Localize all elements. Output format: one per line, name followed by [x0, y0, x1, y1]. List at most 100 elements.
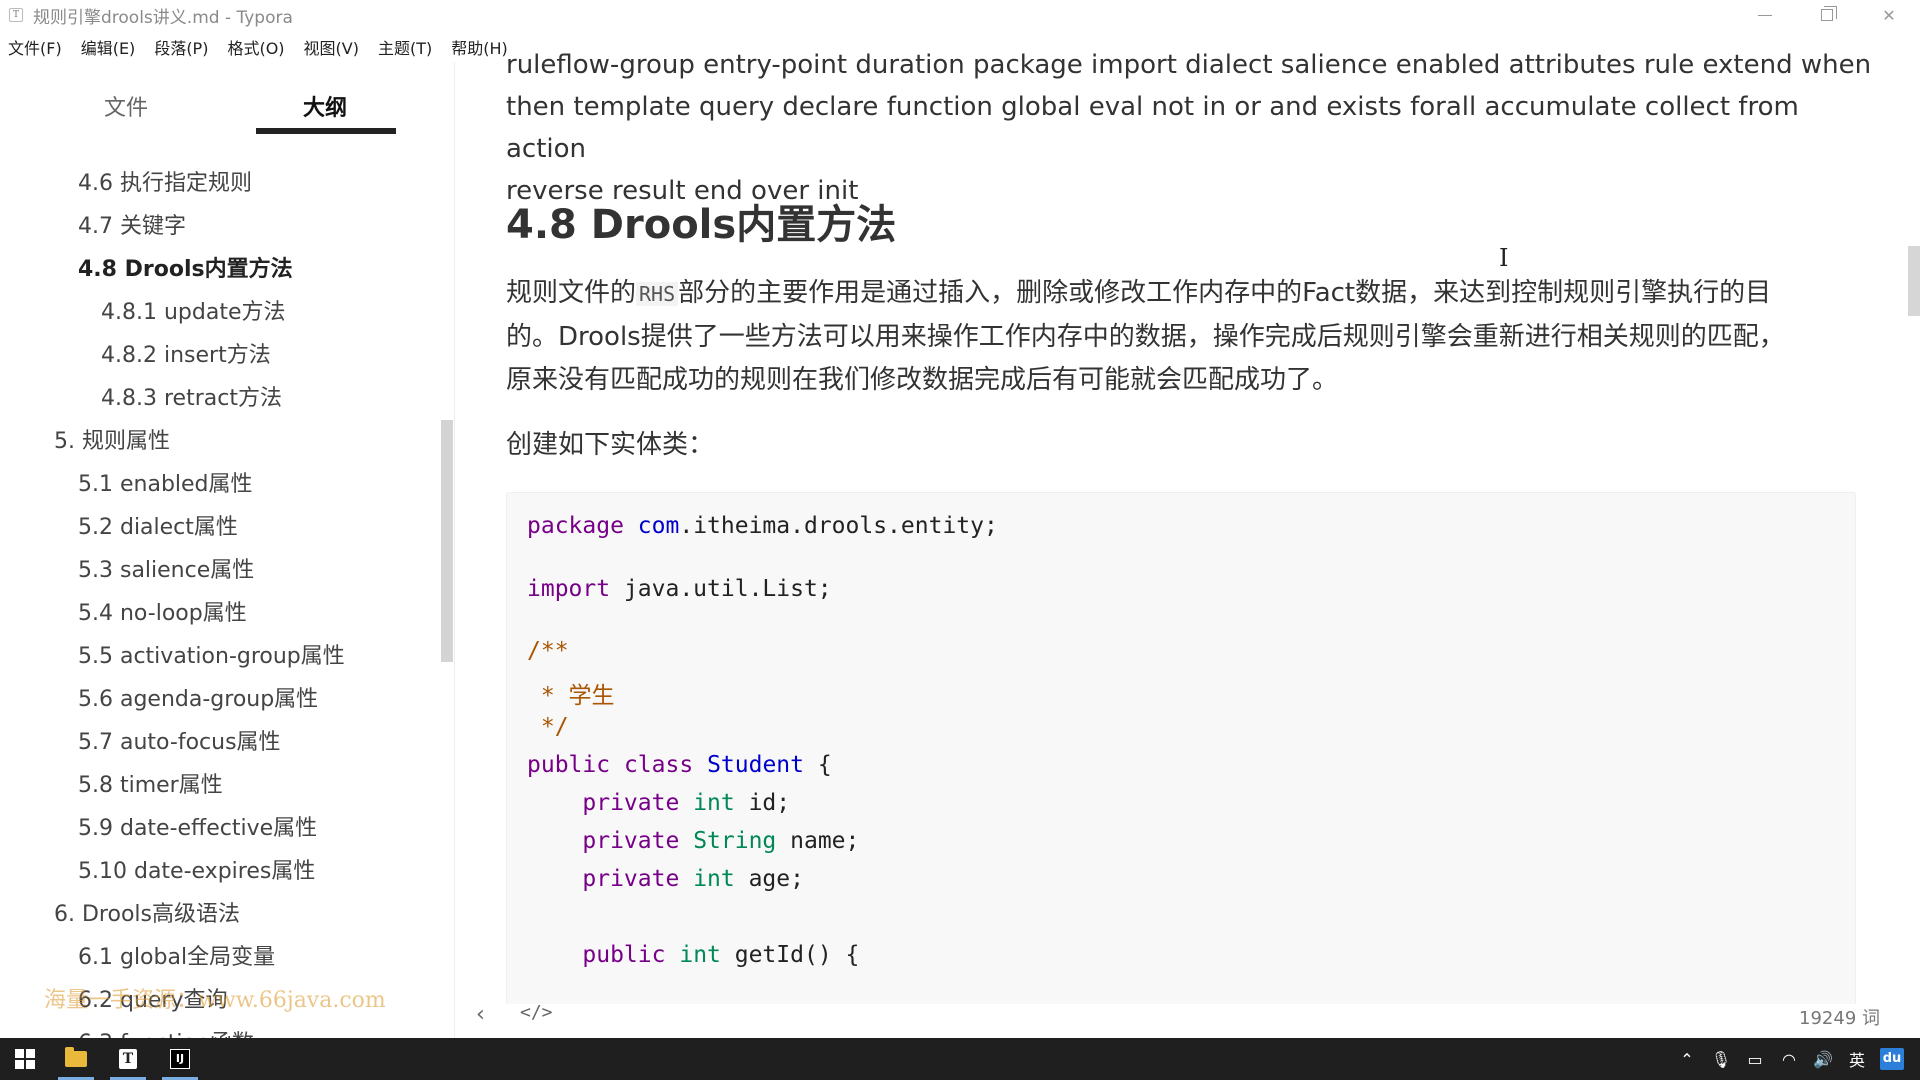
editor-scrollbar[interactable]	[1908, 246, 1920, 316]
code-token: java.util.List;	[610, 576, 832, 602]
code-keyword: public	[582, 942, 666, 968]
code-line: private int id;	[527, 790, 790, 816]
code-block[interactable]: package com.itheima.drools.entity; impor…	[506, 492, 1856, 1004]
body-line-1: 规则文件的 RHS 部分的主要作用是通过插入，删除或修改工作内存中的Fact数据，来…	[506, 272, 1886, 316]
volume-icon[interactable]: 🔊	[1806, 1050, 1840, 1069]
ime-indicator[interactable]: 英	[1840, 1047, 1874, 1071]
editor-area[interactable]: ruleflow-group entry-point duration pack…	[456, 52, 1904, 1004]
code-type: int	[693, 790, 735, 816]
code-keyword: class	[623, 752, 694, 778]
code-token: age;	[734, 866, 804, 892]
code-token: com	[637, 513, 680, 539]
body-line-3: 原来没有匹配成功的规则在我们修改数据完成后有可能就会匹配成功了。	[506, 365, 1339, 395]
outline-item[interactable]: 5.3 salience属性	[78, 552, 254, 584]
outline-item[interactable]: 5.4 no-loop属性	[78, 595, 247, 627]
outline-item[interactable]: 5.2 dialect属性	[78, 509, 238, 541]
section-heading: 4.8 Drools内置方法	[506, 202, 897, 248]
chevron-up-icon[interactable]: ⌃	[1670, 1050, 1704, 1069]
close-button[interactable]: ✕	[1858, 0, 1920, 30]
keywords-line-1: ruleflow-group entry-point duration pack…	[506, 52, 1872, 80]
menu-view[interactable]: 视图(V)	[304, 35, 359, 59]
close-icon: ✕	[1882, 5, 1896, 25]
minimize-icon	[1758, 14, 1772, 16]
menu-theme[interactable]: 主题(T)	[378, 35, 432, 59]
code-comment: /**	[527, 638, 569, 664]
outline-item[interactable]: 5.6 agenda-group属性	[78, 681, 318, 713]
outline-item[interactable]: 4.6 执行指定规则	[78, 165, 252, 197]
menu-file[interactable]: 文件(F)	[8, 35, 62, 59]
typora-app-icon: T	[9, 8, 23, 22]
tab-outline[interactable]: 大纲	[303, 90, 347, 122]
code-token: .itheima.drools.entity;	[679, 513, 998, 539]
code-line: package com.itheima.drools.entity;	[527, 513, 998, 539]
toggle-sidebar-icon[interactable]: ‹	[476, 1002, 485, 1027]
outline-item[interactable]: 4.7 关键字	[78, 208, 186, 240]
sidebar: 文件 大纲 4.6 执行指定规则 4.7 关键字 4.8 Drools内置方法 …	[0, 62, 454, 1038]
menu-paragraph[interactable]: 段落(P)	[154, 35, 208, 59]
menu-edit[interactable]: 编辑(E)	[81, 35, 136, 59]
taskbar-intellij[interactable]: IJ	[154, 1038, 206, 1080]
sidebar-tabs: 文件 大纲	[0, 62, 454, 138]
code-keyword: import	[527, 576, 611, 602]
body-paragraph: 规则文件的 RHS 部分的主要作用是通过插入，删除或修改工作内存中的Fact数据，来…	[506, 272, 1886, 402]
title-bar: T 规则引擎drools讲义.md - Typora ✕	[0, 0, 1920, 30]
start-button[interactable]	[0, 1038, 50, 1080]
body-text: 部分的主要作用是通过插入，删除或修改工作内存中的Fact数据，来达到控制规则引擎…	[678, 278, 1772, 308]
outline-item-active[interactable]: 4.8 Drools内置方法	[78, 251, 293, 283]
menu-bar: 文件(F) 编辑(E) 段落(P) 格式(O) 视图(V) 主题(T) 帮助(H…	[0, 33, 527, 61]
source-code-mode-icon[interactable]: </>	[520, 1002, 553, 1023]
code-class-name: Student	[707, 752, 804, 778]
intellij-icon: IJ	[170, 1049, 190, 1069]
code-line: public class Student {	[527, 752, 832, 778]
outline-item[interactable]: 6.3 function函数	[78, 1025, 254, 1038]
outline-item[interactable]: 5.7 auto-focus属性	[78, 724, 281, 756]
baidu-input-icon[interactable]: du	[1880, 1048, 1904, 1070]
outline-item[interactable]: 6. Drools高级语法	[54, 896, 240, 928]
outline-item[interactable]: 5.10 date-expires属性	[78, 853, 315, 885]
sidebar-divider	[454, 62, 455, 1038]
active-tab-indicator	[256, 128, 396, 134]
sidebar-scrollbar[interactable]	[441, 420, 453, 662]
code-line: import java.util.List;	[527, 576, 832, 602]
taskbar-file-explorer[interactable]	[50, 1038, 102, 1080]
minimize-button[interactable]	[1734, 0, 1796, 30]
code-comment: * 学生	[527, 683, 615, 709]
keywords-line-2: then template query declare function glo…	[506, 92, 1799, 164]
tab-files[interactable]: 文件	[104, 90, 148, 122]
outline-item[interactable]: 6.1 global全局变量	[78, 939, 275, 971]
restore-button[interactable]	[1796, 0, 1858, 30]
code-token: id;	[734, 790, 791, 816]
microphone-icon[interactable]: 🎙	[1704, 1050, 1738, 1069]
outline-item[interactable]: 5.9 date-effective属性	[78, 810, 317, 842]
outline-item[interactable]: 4.8.2 insert方法	[101, 337, 271, 369]
code-token: name;	[776, 828, 860, 854]
system-tray: ⌃ 🎙 ▭ ◠ 🔊 英 du	[1670, 1038, 1920, 1080]
code-line: public int getId() {	[527, 942, 859, 968]
wifi-icon[interactable]: ◠	[1772, 1050, 1806, 1069]
windows-logo-icon	[15, 1049, 35, 1069]
word-count[interactable]: 19249 词	[1799, 1004, 1880, 1030]
menu-format[interactable]: 格式(O)	[227, 35, 284, 59]
outline-item[interactable]: 5.8 timer属性	[78, 767, 223, 799]
code-keyword: private	[582, 790, 680, 816]
code-keyword: private	[582, 828, 680, 854]
body-text: 规则文件的	[506, 278, 637, 308]
body-line-2: 的。Drools提供了一些方法可以用来操作工作内存中的数据，操作完成后规则引擎会…	[506, 322, 1785, 352]
code-line: private int age;	[527, 866, 804, 892]
outline-item[interactable]: 4.8.1 update方法	[101, 294, 286, 326]
watermark: 海量一手资源：www.66java.com	[44, 988, 386, 1013]
outline-item[interactable]: 5. 规则属性	[54, 423, 170, 455]
outline-item[interactable]: 4.8.3 retract方法	[101, 380, 282, 412]
code-type: int	[679, 942, 721, 968]
battery-icon[interactable]: ▭	[1738, 1050, 1772, 1069]
keywords-paragraph: ruleflow-group entry-point duration pack…	[506, 52, 1886, 212]
taskbar-typora[interactable]: T	[102, 1038, 154, 1080]
code-keyword: public	[527, 752, 611, 778]
code-keyword: private	[582, 866, 680, 892]
inline-code-rhs: RHS	[636, 282, 679, 306]
outline-item[interactable]: 5.5 activation-group属性	[78, 638, 345, 670]
window-controls: ✕	[1734, 0, 1920, 30]
typora-icon: T	[119, 1049, 137, 1069]
outline-item[interactable]: 5.1 enabled属性	[78, 466, 253, 498]
window-title: 规则引擎drools讲义.md - Typora	[33, 7, 293, 28]
